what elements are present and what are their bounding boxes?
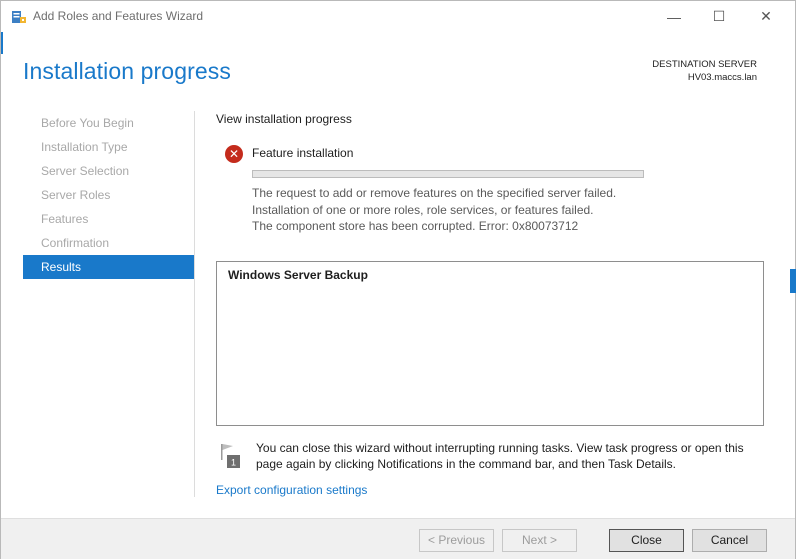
destination-server-name: HV03.maccs.lan <box>687 72 757 83</box>
info-note: You can close this wizard without interr… <box>256 441 744 471</box>
minimize-button[interactable]: — <box>651 1 697 32</box>
error-messages: The request to add or remove features on… <box>252 185 616 235</box>
next-button[interactable]: Next > <box>502 529 577 552</box>
nav-item-results[interactable]: Results <box>23 255 194 279</box>
wizard-nav: Before You Begin Installation Type Serve… <box>23 111 194 279</box>
cancel-button[interactable]: Cancel <box>692 529 767 552</box>
notification-badge: 1 <box>231 458 236 468</box>
nav-item-server-selection[interactable]: Server Selection <box>23 159 194 183</box>
wizard-window: Add Roles and Features Wizard — ☐ ✕ Inst… <box>0 0 796 559</box>
error-message-line: The request to add or remove features on… <box>252 186 617 200</box>
nav-item-confirmation[interactable]: Confirmation <box>23 231 194 255</box>
nav-item-before-you-begin[interactable]: Before You Begin <box>23 111 194 135</box>
server-manager-icon <box>12 11 26 23</box>
nav-item-features[interactable]: Features <box>23 207 194 231</box>
accent-edge <box>1 32 3 54</box>
notification-flag-icon: 1 <box>221 444 240 468</box>
minimize-icon: — <box>667 8 681 25</box>
result-item: Windows Server Backup <box>228 268 368 282</box>
title-bar[interactable]: Add Roles and Features Wizard — ☐ ✕ <box>1 1 795 32</box>
destination-label: DESTINATION SERVER <box>652 59 757 70</box>
results-list[interactable]: Windows Server Backup <box>216 261 764 426</box>
window-title: Add Roles and Features Wizard <box>33 9 204 23</box>
section-title: View installation progress <box>216 112 352 126</box>
export-configuration-link[interactable]: Export configuration settings <box>216 483 367 497</box>
nav-item-installation-type[interactable]: Installation Type <box>23 135 194 159</box>
page-title: Installation progress <box>23 58 231 84</box>
close-button[interactable]: Close <box>609 529 684 552</box>
nav-item-server-roles[interactable]: Server Roles <box>23 183 194 207</box>
button-bar: < Previous Next > Close Cancel <box>1 518 795 559</box>
maximize-icon: ☐ <box>712 8 726 24</box>
progress-bar <box>252 170 644 178</box>
close-icon: ✕ <box>760 8 772 24</box>
maximize-button[interactable]: ☐ <box>696 1 742 32</box>
accent-edge <box>790 269 796 293</box>
previous-button[interactable]: < Previous <box>419 529 494 552</box>
close-window-button[interactable]: ✕ <box>743 1 789 32</box>
error-message-line: The component store has been corrupted. … <box>252 219 579 233</box>
error-icon: ✕ <box>225 145 243 163</box>
feature-installation-label: Feature installation <box>252 146 354 160</box>
nav-divider <box>194 111 195 497</box>
error-message-line: Installation of one or more roles, role … <box>252 202 594 217</box>
destination-server-info: DESTINATION SERVER HV03.maccs.lan <box>652 58 757 84</box>
